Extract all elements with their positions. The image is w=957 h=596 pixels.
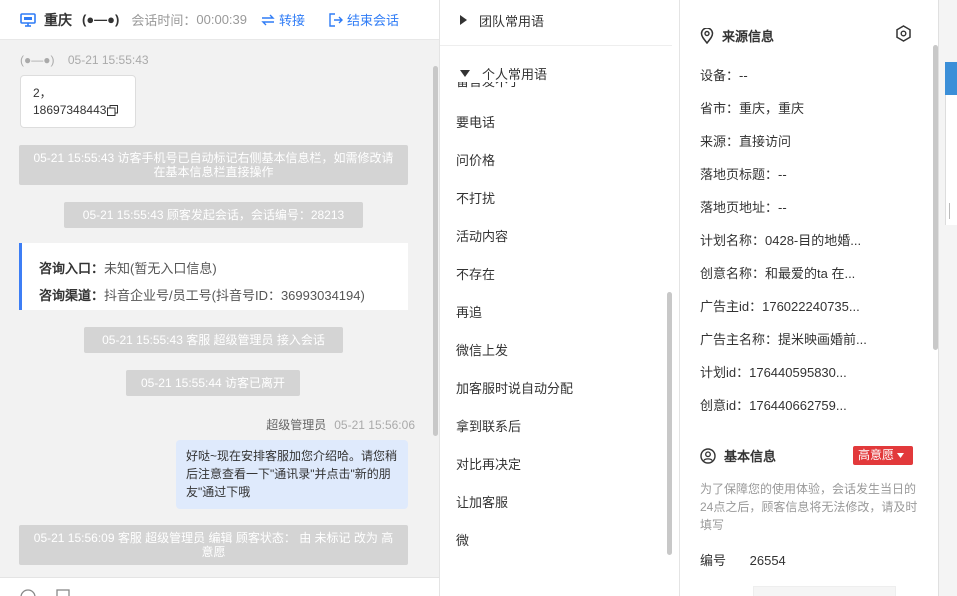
basic-info-input[interactable] xyxy=(753,586,896,596)
plan-id-row: 计划id：176440595830... xyxy=(700,365,847,380)
visitor-tag: (●—●) xyxy=(82,12,120,27)
chat-scrollbar[interactable] xyxy=(433,66,438,436)
consult-info-card: 咨询入口：未知(暂无入口信息) 咨询渠道：抖音企业号/员工号(抖音号ID：369… xyxy=(19,243,408,310)
location-pin-icon xyxy=(700,27,714,44)
divider xyxy=(949,203,950,219)
agent-time: 05-21 15:56:06 xyxy=(334,418,415,432)
caret-right-icon xyxy=(460,15,467,25)
system-message-agent-join: 05-21 15:55:43 客服 超级管理员 接入会话 xyxy=(84,327,343,353)
quick-phrases-panel: 团队常用语 个人常用语 留言发不了 要电话 问价格 不打扰 活动内容 不存在 再… xyxy=(440,0,680,596)
side-strip xyxy=(938,0,957,596)
visitor-meta: (●—●) 05-21 15:55:43 xyxy=(20,53,149,67)
basic-info-label: 基本信息 xyxy=(724,449,777,464)
phrase-group-personal-label: 个人常用语 xyxy=(482,66,548,82)
phrase-item[interactable]: 再追 xyxy=(456,302,482,321)
phrase-item[interactable]: 对比再决定 xyxy=(456,454,521,473)
side-panel-edge xyxy=(945,95,957,225)
session-timer: 00:00:39 xyxy=(196,12,247,27)
entry-value: 未知(暂无入口信息) xyxy=(104,261,217,276)
number-row: 编号 26554 xyxy=(700,550,786,569)
entry-label: 咨询入口： xyxy=(39,261,105,276)
creative-name-row: 创意名称：和最爱的ta 在... xyxy=(700,266,856,281)
monitor-icon xyxy=(20,12,36,27)
visitor-meta-time: 05-21 15:55:43 xyxy=(67,53,149,67)
visitor-city: 重庆 xyxy=(44,11,72,28)
phrase-item[interactable]: 微信上发 xyxy=(456,340,508,359)
file-icon[interactable] xyxy=(56,589,70,596)
landing-title-row: 落地页标题：-- xyxy=(700,167,787,182)
copy-icon[interactable] xyxy=(107,105,119,116)
agent-meta: 超级管理员 05-21 15:56:06 xyxy=(266,416,415,433)
phone-line-1: 2， xyxy=(33,86,52,100)
edit-hint: 为了保障您的使用体验，会话发生当日的24点之后，顾客信息将无法修改，请及时填写 xyxy=(700,482,918,532)
phrase-group-team[interactable]: 团队常用语 xyxy=(440,0,672,40)
transfer-icon xyxy=(261,14,275,25)
phrase-scrollbar[interactable] xyxy=(667,292,672,555)
phrase-item[interactable]: 不存在 xyxy=(456,264,495,283)
divider xyxy=(440,45,672,46)
agent-name: 超级管理员 xyxy=(266,418,327,432)
caret-down-icon xyxy=(897,453,905,458)
settings-hex-icon[interactable] xyxy=(895,25,912,42)
system-message-session-start: 05-21 15:55:43 顾客发起会话，会话编号：28213 xyxy=(64,202,363,228)
system-message-visitor-left: 05-21 15:55:44 访客已离开 xyxy=(126,370,300,396)
intent-status-dropdown[interactable]: 高意愿 xyxy=(853,446,913,465)
side-tab-active[interactable] xyxy=(945,62,957,95)
phrase-item[interactable]: 活动内容 xyxy=(456,226,508,245)
end-session-button[interactable]: 结束会话 xyxy=(329,10,399,29)
source-info-title: 来源信息 xyxy=(700,26,774,45)
number-value: 26554 xyxy=(749,553,786,568)
transfer-label: 转接 xyxy=(279,13,306,28)
phrase-group-team-label: 团队常用语 xyxy=(479,13,545,29)
province-row: 省市：重庆，重庆 xyxy=(700,101,805,116)
phrase-list[interactable]: 留言发不了 要电话 问价格 不打扰 活动内容 不存在 再追 微信上发 加客服时说… xyxy=(440,82,666,577)
channel-label: 咨询渠道： xyxy=(39,288,105,303)
phrase-item[interactable]: 让加客服 xyxy=(456,492,508,511)
phrase-item[interactable]: 问价格 xyxy=(456,150,495,169)
phrase-item[interactable]: 拿到联系后 xyxy=(456,416,521,435)
plan-name-row: 计划名称：0428-目的地婚... xyxy=(700,233,862,248)
creative-id-row: 创意id：176440662759... xyxy=(700,398,847,413)
visitor-meta-name: (●—●) xyxy=(20,53,55,67)
system-message-phone-tagged: 05-21 15:55:43 访客手机号已自动标记右侧基本信息栏，如需修改请在基… xyxy=(19,145,408,185)
advertiser-name-row: 广告主名称：提米映画婚前... xyxy=(700,332,867,347)
user-icon xyxy=(700,447,716,464)
landing-url-row: 落地页地址：-- xyxy=(700,200,787,215)
phone-number: 18697348443 xyxy=(33,103,107,117)
transfer-button[interactable]: 转接 xyxy=(261,10,305,29)
channel-value: 抖音企业号/员工号(抖音号ID：36993034194) xyxy=(104,288,365,303)
agent-message-bubble: 好哒~现在安排客服加您介绍哈。请您稍后注意查看一下"通讯录"并点击"新的朋友"通… xyxy=(176,440,408,509)
phrase-item[interactable]: 留言发不了 xyxy=(456,82,521,90)
chat-toolbar xyxy=(0,577,439,596)
source-row: 来源：直接访问 xyxy=(700,134,792,149)
chat-panel: 重庆 (●—●) 会话时间： 00:00:39 转接 结束会话 (●—●) 05… xyxy=(0,0,440,596)
chat-header: 重庆 (●—●) 会话时间： 00:00:39 转接 结束会话 xyxy=(0,0,439,40)
phrase-item[interactable]: 加客服时说自动分配 xyxy=(456,378,573,397)
phrase-item[interactable]: 不打扰 xyxy=(456,188,495,207)
number-label: 编号 xyxy=(700,553,727,568)
phrase-item[interactable]: 微 xyxy=(456,530,469,549)
phrase-item[interactable]: 要电话 xyxy=(456,112,495,131)
session-timer-label: 会话时间： xyxy=(131,13,197,28)
caret-down-icon xyxy=(460,69,470,77)
intent-status-label: 高意愿 xyxy=(858,448,895,462)
phone-message: 2， 18697348443 xyxy=(20,75,136,128)
advertiser-id-row: 广告主id：176022240735... xyxy=(700,299,860,314)
end-session-label: 结束会话 xyxy=(347,13,400,28)
system-message-status-change: 05-21 15:56:09 客服 超级管理员 编辑 顾客状态： 由 未标记 改… xyxy=(19,525,408,565)
basic-info-title: 基本信息 xyxy=(700,446,776,465)
exit-icon xyxy=(329,12,344,27)
source-info-label: 来源信息 xyxy=(722,29,775,44)
device-row: 设备：-- xyxy=(700,68,748,83)
customer-info-panel: 来源信息 设备：-- 省市：重庆，重庆 来源：直接访问 落地页标题：-- 落地页… xyxy=(680,0,938,596)
emoji-icon[interactable] xyxy=(20,589,36,596)
